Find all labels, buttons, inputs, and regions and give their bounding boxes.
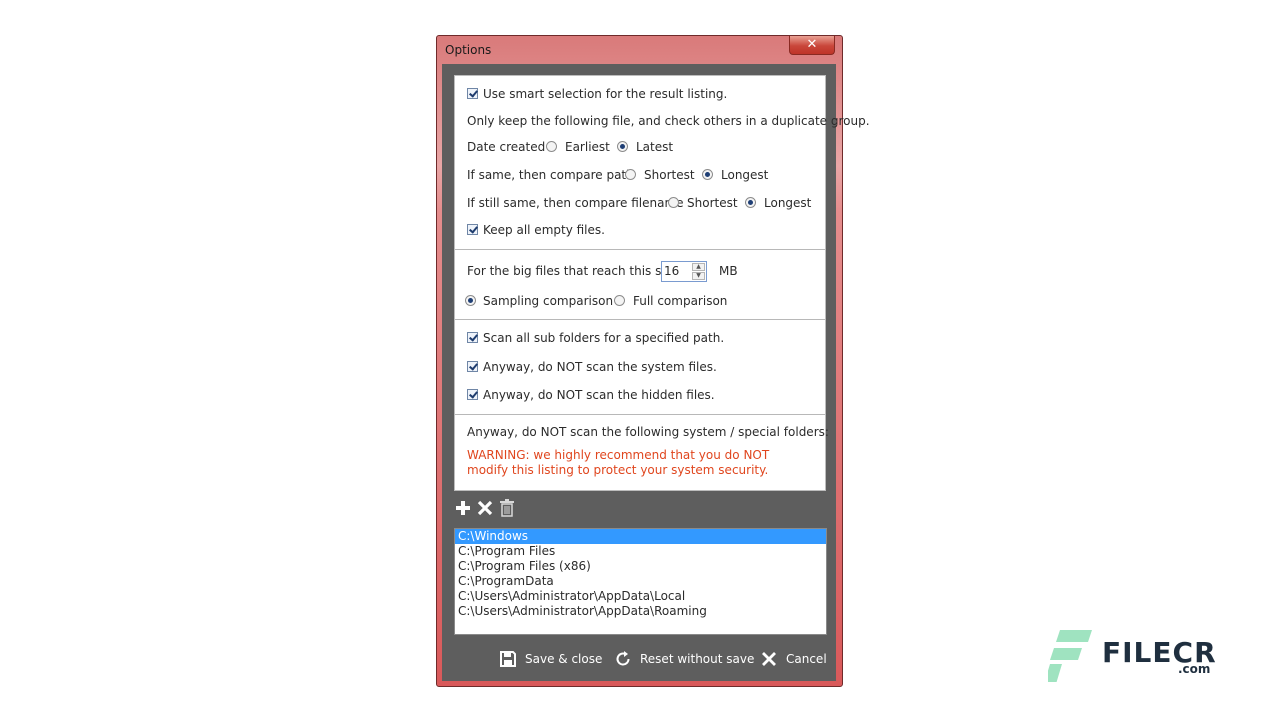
skip-hidden-label: Anyway, do NOT scan the hidden files.	[483, 388, 715, 402]
stepper-up-icon[interactable]: ▲	[692, 263, 705, 271]
skip-hidden-checkbox[interactable]	[467, 389, 478, 400]
list-item[interactable]: C:\Program Files (x86)	[455, 559, 826, 574]
smart-selection-checkbox[interactable]	[467, 88, 478, 99]
full-comparison-radio[interactable]	[614, 295, 625, 306]
excluded-folders-list[interactable]: C:\Windows C:\Program Files C:\Program F…	[454, 528, 827, 635]
date-earliest-radio[interactable]	[546, 141, 557, 152]
brand-suffix: .com	[1178, 662, 1211, 676]
path-shortest-radio[interactable]	[625, 169, 636, 180]
warning-text: WARNING: we highly recommend that you do…	[467, 448, 770, 477]
title-bar[interactable]: Options ✕	[437, 36, 842, 64]
stepper-down-icon[interactable]: ▼	[692, 272, 705, 280]
smart-selection-label: Use smart selection for the result listi…	[483, 87, 728, 101]
keep-intro-text: Only keep the following file, and check …	[467, 114, 870, 128]
options-dialog: Options ✕ Use smart selection for the re…	[436, 35, 870, 687]
size-stepper[interactable]: 16 ▲ ▼	[661, 261, 707, 282]
window-title: Options	[445, 43, 492, 57]
scan-subfolders-checkbox[interactable]	[467, 332, 478, 343]
keep-empty-checkbox[interactable]	[467, 224, 478, 235]
compare-path-row: If same, then compare path Shortest Long…	[467, 167, 817, 183]
list-item[interactable]: C:\Program Files	[455, 544, 826, 559]
filecr-watermark: FILECR .com	[1044, 626, 1216, 682]
reset-label: Reset without save	[640, 652, 755, 666]
compare-filename-row: If still same, then compare filename Sho…	[467, 195, 822, 211]
plus-icon[interactable]	[454, 497, 472, 519]
reset-icon	[616, 651, 630, 666]
section-divider	[455, 319, 825, 320]
list-item[interactable]: C:\ProgramData	[455, 574, 826, 589]
date-earliest-label[interactable]: Earliest	[565, 139, 610, 155]
path-longest-radio[interactable]	[702, 169, 713, 180]
sampling-radio[interactable]	[465, 295, 476, 306]
list-item[interactable]: C:\Users\Administrator\AppData\Local	[455, 589, 826, 604]
size-value[interactable]: 16	[664, 263, 679, 279]
path-longest-label[interactable]: Longest	[721, 167, 768, 183]
keep-empty-label: Keep all empty files.	[483, 223, 605, 237]
special-folders-label: Anyway, do NOT scan the following system…	[467, 425, 829, 439]
section-divider	[455, 249, 825, 250]
dialog-body: Use smart selection for the result listi…	[442, 64, 870, 681]
compare-filename-label: If still same, then compare filename	[467, 196, 684, 210]
date-latest-label[interactable]: Latest	[636, 139, 673, 155]
cancel-icon	[762, 652, 776, 666]
save-close-label: Save & close	[525, 652, 603, 666]
size-unit: MB	[719, 264, 738, 278]
path-shortest-label[interactable]: Shortest	[644, 167, 695, 183]
options-panel: Use smart selection for the result listi…	[454, 75, 870, 491]
x-icon[interactable]	[476, 497, 494, 519]
filecr-logo-icon	[1048, 630, 1092, 682]
big-files-label: For the big files that reach this size	[467, 264, 679, 278]
filename-shortest-radio[interactable]	[668, 197, 679, 208]
full-comparison-label[interactable]: Full comparison	[633, 293, 727, 309]
list-item[interactable]: C:\Users\Administrator\AppData\Roaming	[455, 604, 826, 619]
date-created-row: Date created Earliest Latest	[467, 139, 817, 155]
filename-shortest-label[interactable]: Shortest	[687, 195, 738, 211]
skip-system-label: Anyway, do NOT scan the system files.	[483, 360, 717, 374]
comparison-row: Sampling comparison Full comparison	[465, 293, 767, 309]
section-divider	[455, 414, 825, 415]
cancel-label: Cancel	[786, 652, 827, 666]
filename-longest-radio[interactable]	[745, 197, 756, 208]
filename-longest-label[interactable]: Longest	[764, 195, 811, 211]
skip-system-checkbox[interactable]	[467, 361, 478, 372]
compare-path-label: If same, then compare path	[467, 168, 634, 182]
sampling-label[interactable]: Sampling comparison	[483, 293, 613, 309]
date-created-label: Date created	[467, 140, 546, 154]
date-latest-radio[interactable]	[617, 141, 628, 152]
scan-subfolders-label: Scan all sub folders for a specified pat…	[483, 331, 725, 345]
list-item[interactable]: C:\Windows	[455, 529, 826, 544]
trash-icon[interactable]	[498, 497, 516, 519]
save-icon	[500, 651, 516, 667]
close-button[interactable]: ✕	[789, 36, 835, 55]
big-files-row: For the big files that reach this size 1…	[467, 261, 767, 282]
